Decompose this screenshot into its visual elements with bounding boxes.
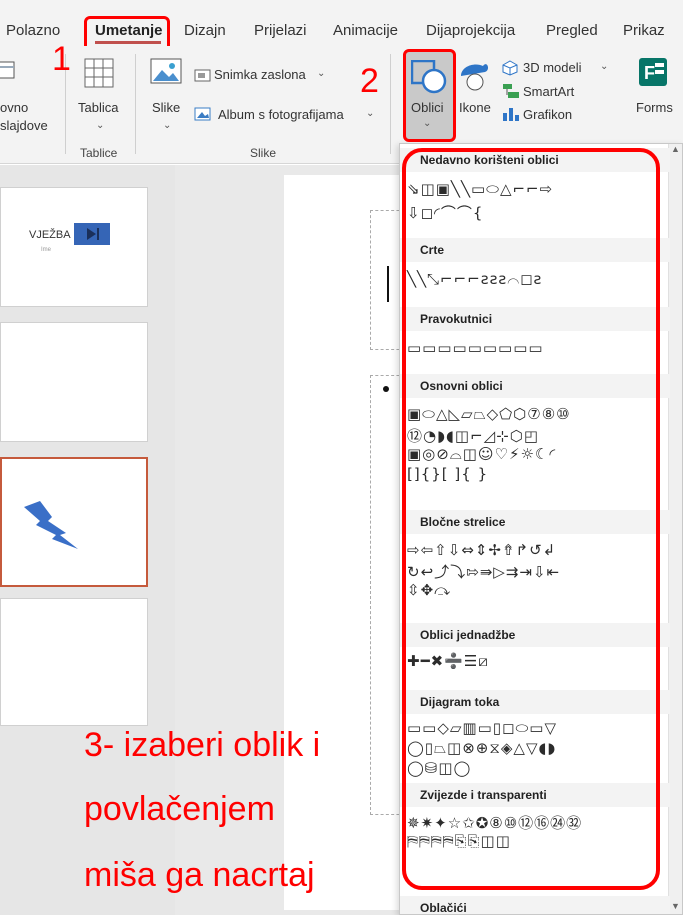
lightning-shape [22, 499, 82, 558]
shapes-icon [410, 59, 447, 99]
dropdown-scrollbar[interactable]: ▲ ▼ [668, 144, 682, 914]
tab-pregled[interactable]: Pregled [546, 22, 598, 39]
step-number-2: 2 [360, 62, 379, 100]
group-divider [135, 54, 136, 154]
slide-thumbnail-1[interactable]: VJEŽBA Ime [0, 187, 148, 307]
chevron-down-icon[interactable]: ⌄ [317, 68, 325, 79]
new-slide-icon[interactable] [0, 60, 20, 82]
slide-thumbnail-3-selected[interactable] [0, 457, 148, 587]
section-title-callouts: Oblačići [420, 901, 467, 915]
smartart-button-label[interactable]: SmartArt [523, 84, 574, 99]
images-button-label[interactable]: Slike [152, 100, 180, 115]
3d-models-button-label[interactable]: 3D modeli [523, 60, 582, 75]
instruction-line-1: 3- izaberi oblik i [84, 726, 321, 764]
tab-animacije[interactable]: Animacije [333, 22, 398, 39]
chart-button-label[interactable]: Grafikon [523, 107, 572, 122]
instruction-line-2: povlačenjem [84, 790, 275, 828]
chevron-down-icon[interactable]: ⌄ [366, 108, 374, 119]
group-divider [390, 54, 391, 154]
image-icon[interactable] [150, 58, 182, 91]
thumb-subtitle: Ime [41, 247, 52, 253]
group-label-images: Slike [250, 146, 277, 160]
thumb-title: VJEŽBA [29, 229, 71, 241]
screenshot-icon[interactable] [194, 67, 212, 88]
photo-album-icon[interactable] [194, 106, 212, 127]
step-number-1: 1 [52, 40, 71, 78]
shapes-button[interactable]: Oblici ⌄ [403, 49, 456, 142]
chevron-down-icon: ⌄ [423, 118, 432, 129]
new-slide-label-2: slajdove [0, 118, 48, 133]
scroll-up-icon[interactable]: ▲ [671, 144, 680, 154]
bullet-dot [383, 386, 389, 392]
ribbon-tab-bar: Polazno Umetanje Dizajn Prijelazi Animac… [0, 0, 683, 56]
screenshot-button-label[interactable]: Snimka zaslona [214, 67, 306, 82]
chart-icon[interactable] [502, 106, 520, 127]
text-cursor [387, 266, 389, 302]
tab-prijelazi[interactable]: Prijelazi [254, 22, 307, 39]
icons-button-label[interactable]: Ikone [459, 100, 491, 115]
svg-text:F: F [644, 63, 655, 83]
scroll-down-icon[interactable]: ▼ [671, 901, 680, 911]
table-icon[interactable] [84, 58, 114, 93]
tab-dijaprojekcija[interactable]: Dijaprojekcija [426, 22, 515, 39]
photo-album-button-label[interactable]: Album s fotografijama [218, 107, 344, 122]
new-slide-label-1: ovno [0, 100, 29, 115]
forms-icon[interactable]: F [638, 57, 668, 92]
shapes-button-label: Oblici [411, 100, 444, 115]
chevron-down-icon[interactable]: ⌄ [600, 61, 608, 72]
instruction-line-3: miša ga nacrtaj [84, 856, 315, 894]
play-button-shape [74, 223, 110, 245]
tab-prikaz[interactable]: Prikaz [623, 22, 665, 39]
chevron-down-icon[interactable]: ⌄ [163, 120, 171, 131]
tab-dizajn[interactable]: Dizajn [184, 22, 226, 39]
cube-icon[interactable] [502, 60, 518, 81]
chevron-down-icon[interactable]: ⌄ [96, 120, 104, 131]
forms-button-label[interactable]: Forms [636, 100, 673, 115]
group-label-tables: Tablice [80, 146, 118, 160]
slide-thumbnail-4[interactable] [0, 598, 148, 726]
highlight-shapes-list [402, 148, 660, 890]
icons-icon[interactable] [457, 58, 491, 99]
tab-polazno[interactable]: Polazno [6, 22, 60, 39]
slide-thumbnail-2[interactable] [0, 322, 148, 442]
smartart-icon[interactable] [502, 83, 520, 104]
table-button-label[interactable]: Tablica [78, 100, 118, 115]
